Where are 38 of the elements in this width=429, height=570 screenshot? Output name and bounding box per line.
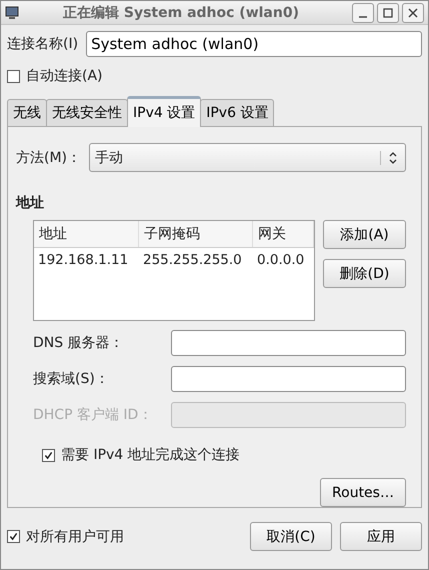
table-cell-text: 255.255.255.0 — [142, 251, 243, 270]
input-field[interactable]: System adhoc (wlan0) — [86, 31, 422, 57]
checkbox-label: 自动连接(A) — [26, 67, 103, 85]
checkbox-label: 对所有用户可用 — [26, 528, 124, 546]
field-label: DHCP 客户端 ID： — [33, 406, 154, 424]
tab[interactable]: IPv4 设置 — [127, 96, 202, 127]
input-field[interactable] — [171, 366, 406, 392]
tab[interactable]: 无线 — [7, 99, 47, 126]
input-field[interactable] — [171, 330, 406, 356]
field-label: 方法(M)： — [16, 148, 82, 166]
close-icon — [407, 6, 419, 18]
column-header[interactable]: 地址 — [34, 221, 139, 247]
maximize-button[interactable] — [377, 2, 399, 22]
maximize-icon — [382, 6, 394, 18]
button[interactable]: 添加(A) — [323, 220, 406, 249]
method-dropdown[interactable]: 手动 — [89, 143, 406, 172]
column-header[interactable]: 子网掩码 — [139, 221, 253, 247]
button[interactable]: 删除(D) — [323, 259, 406, 288]
button[interactable]: 应用 — [340, 522, 422, 551]
table-cell-text: 0.0.0.0 — [256, 251, 306, 270]
checkbox[interactable] — [7, 530, 20, 543]
button[interactable]: 取消(C) — [250, 522, 332, 551]
tab[interactable]: 无线安全性 — [46, 99, 128, 126]
minimize-icon — [359, 16, 367, 18]
checkbox[interactable] — [42, 448, 55, 462]
window-title: 正在编辑 System adhoc (wlan0) — [62, 4, 300, 22]
routes-button[interactable]: Routes… — [320, 478, 406, 507]
checkbox[interactable] — [7, 70, 20, 82]
column-header[interactable]: 网关 — [253, 221, 314, 247]
field-label: 搜索域(S)： — [33, 370, 110, 388]
close-button[interactable] — [402, 2, 424, 22]
section-heading: 地址 — [16, 194, 45, 212]
monitor-icon — [5, 6, 19, 20]
table-cell-text: 192.168.1.11 — [37, 251, 130, 270]
field-label: DNS 服务器： — [33, 334, 125, 352]
field-label: 连接名称(I) — [7, 35, 78, 53]
checkbox-label: 需要 IPv4 地址完成这个连接 — [61, 446, 240, 464]
tab[interactable]: IPv6 设置 — [200, 99, 274, 126]
